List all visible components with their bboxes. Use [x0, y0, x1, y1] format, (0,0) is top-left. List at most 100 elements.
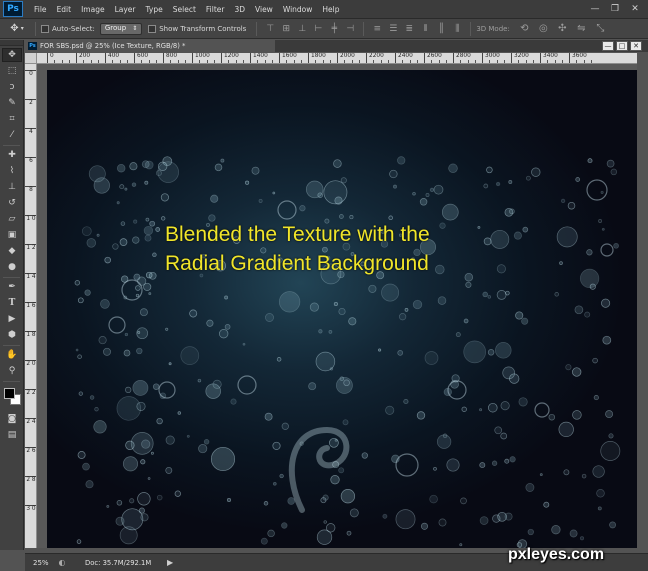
distribute-left-icon[interactable]: ⦀ — [419, 23, 431, 35]
bubble — [333, 301, 338, 307]
bubble — [144, 180, 149, 185]
bubble — [74, 280, 80, 286]
menu-window[interactable]: Window — [278, 0, 318, 19]
3d-slide-icon[interactable]: ⇋ — [575, 22, 588, 35]
document-tab-bar: Ps FOR SBS.psd @ 25% (Ice Texture, RGB/8… — [25, 40, 648, 52]
eraser-tool-icon[interactable]: ▱ — [2, 212, 22, 226]
ruler-origin[interactable] — [25, 53, 37, 64]
status-menu-arrow-icon[interactable]: ▶ — [167, 558, 173, 567]
bubble — [264, 412, 273, 421]
close-button[interactable]: ✕ — [628, 3, 642, 15]
marquee-tool-icon[interactable]: ⬚ — [2, 64, 22, 78]
align-vcenter-icon[interactable]: ⊞ — [280, 23, 292, 35]
menu-image[interactable]: Image — [76, 0, 110, 19]
align-top-icon[interactable]: ⊤ — [264, 23, 276, 35]
bubble — [436, 434, 452, 449]
bubble — [479, 408, 483, 412]
brush-tool-icon[interactable]: ⌇ — [2, 164, 22, 178]
clone-stamp-tool-icon[interactable]: ⊥ — [2, 180, 22, 194]
3d-rotate-icon[interactable]: ⟲ — [518, 22, 531, 35]
align-hcenter-icon[interactable]: ╪ — [328, 23, 340, 35]
distribute-top-icon[interactable]: ≡ — [371, 23, 383, 35]
move-tool-preset-icon[interactable]: ✥ ▾ — [4, 21, 30, 37]
menu-help[interactable]: Help — [317, 0, 344, 19]
document-canvas[interactable]: Blended the Texture with the Radial Grad… — [47, 70, 637, 548]
panel-grip[interactable] — [0, 40, 23, 46]
bubble — [424, 351, 439, 365]
distribute-hcenter-icon[interactable]: ║ — [435, 23, 447, 35]
align-right-icon[interactable]: ⊣ — [344, 23, 356, 35]
bubble — [558, 421, 574, 438]
ruler-tick — [126, 60, 128, 63]
bubble — [437, 296, 447, 305]
auto-select-checkbox[interactable] — [41, 24, 49, 33]
3d-scale-icon[interactable]: ⤡ — [594, 22, 607, 35]
ruler-tick — [547, 60, 549, 63]
bubble — [335, 376, 353, 394]
menu-select[interactable]: Select — [168, 0, 201, 19]
menu-type[interactable]: Type — [141, 0, 168, 19]
menu-file[interactable]: File — [29, 0, 52, 19]
healing-brush-tool-icon[interactable]: ✚ — [2, 148, 22, 162]
lasso-tool-icon[interactable]: ↄ — [2, 80, 22, 94]
distribute-vcenter-icon[interactable]: ☰ — [387, 23, 399, 35]
auto-select-dropdown[interactable]: Group ⇕ — [99, 22, 143, 35]
bubble-ring — [534, 402, 550, 418]
bubble — [129, 162, 138, 171]
dodge-tool-icon[interactable]: ● — [2, 260, 22, 274]
doc-close-button[interactable]: ✕ — [630, 41, 642, 51]
zoom-tool-icon[interactable]: ⚲ — [2, 364, 22, 378]
move-tool-icon[interactable]: ✥ — [2, 48, 22, 62]
zoom-level[interactable]: 25% — [25, 559, 53, 567]
restore-button[interactable]: ❐ — [608, 3, 622, 15]
history-brush-tool-icon[interactable]: ↺ — [2, 196, 22, 210]
bubble — [147, 477, 151, 480]
bubble — [403, 398, 409, 405]
distribute-right-icon[interactable]: ⫼ — [451, 23, 463, 35]
minimize-button[interactable]: — — [588, 3, 602, 15]
document-tab[interactable]: Ps FOR SBS.psd @ 25% (Ice Texture, RGB/8… — [25, 40, 275, 52]
path-select-tool-icon[interactable]: ▶ — [2, 312, 22, 326]
ruler-tick — [293, 60, 295, 63]
menu-edit[interactable]: Edit — [52, 0, 77, 19]
options-separator — [256, 21, 258, 36]
align-left-icon[interactable]: ⊢ — [312, 23, 324, 35]
distribute-bottom-icon[interactable]: ≣ — [403, 23, 415, 35]
vertical-ruler[interactable]: 0 2 4 6 8 1 0 1 2 1 4 1 6 1 8 2 0 2 2 2 4 2 6 2 8 3 0 — [25, 64, 37, 548]
show-transform-checkbox[interactable] — [148, 24, 157, 33]
crop-tool-icon[interactable]: ⌗ — [2, 112, 22, 126]
foreground-color-swatch[interactable] — [4, 388, 15, 399]
3d-roll-icon[interactable]: ◎ — [537, 22, 550, 35]
bubble — [581, 473, 587, 479]
blur-tool-icon[interactable]: ◆ — [2, 244, 22, 258]
align-bottom-icon[interactable]: ⊥ — [296, 23, 308, 35]
doc-restore-button[interactable]: □ — [616, 41, 628, 51]
ruler-tick — [438, 60, 440, 63]
bubble — [433, 466, 437, 471]
bubble — [82, 462, 90, 471]
screen-mode-icon[interactable]: ▤ — [2, 428, 22, 442]
menu-3d[interactable]: 3D — [229, 0, 250, 19]
pen-tool-icon[interactable]: ✒ — [2, 280, 22, 294]
bubble — [361, 452, 368, 459]
photoshop-file-icon: Ps — [28, 42, 37, 50]
eyedropper-tool-icon[interactable]: ⁄ — [2, 128, 22, 142]
menu-filter[interactable]: Filter — [201, 0, 230, 19]
bubble — [165, 327, 169, 331]
type-tool-icon[interactable]: T — [2, 296, 22, 310]
3d-pan-icon[interactable]: ✣ — [556, 22, 569, 35]
shape-tool-icon[interactable]: ⬢ — [2, 328, 22, 342]
ruler-tick — [576, 60, 578, 63]
auto-select-value: Group — [104, 24, 127, 32]
hand-tool-icon[interactable]: ✋ — [2, 348, 22, 362]
bubble — [245, 180, 250, 185]
quick-select-tool-icon[interactable]: ✎ — [2, 96, 22, 110]
bubble — [206, 319, 214, 327]
menu-view[interactable]: View — [250, 0, 278, 19]
gradient-tool-icon[interactable]: ▣ — [2, 228, 22, 242]
doc-minimize-button[interactable]: — — [602, 41, 614, 51]
quick-mask-icon[interactable]: ◙ — [2, 412, 22, 426]
horizontal-ruler[interactable]: 0 200 400 600 800 1000 1200 1400 1600 1800 2000 220… — [37, 53, 637, 64]
info-icon[interactable]: ◐ — [57, 558, 67, 568]
menu-layer[interactable]: Layer — [110, 0, 141, 19]
